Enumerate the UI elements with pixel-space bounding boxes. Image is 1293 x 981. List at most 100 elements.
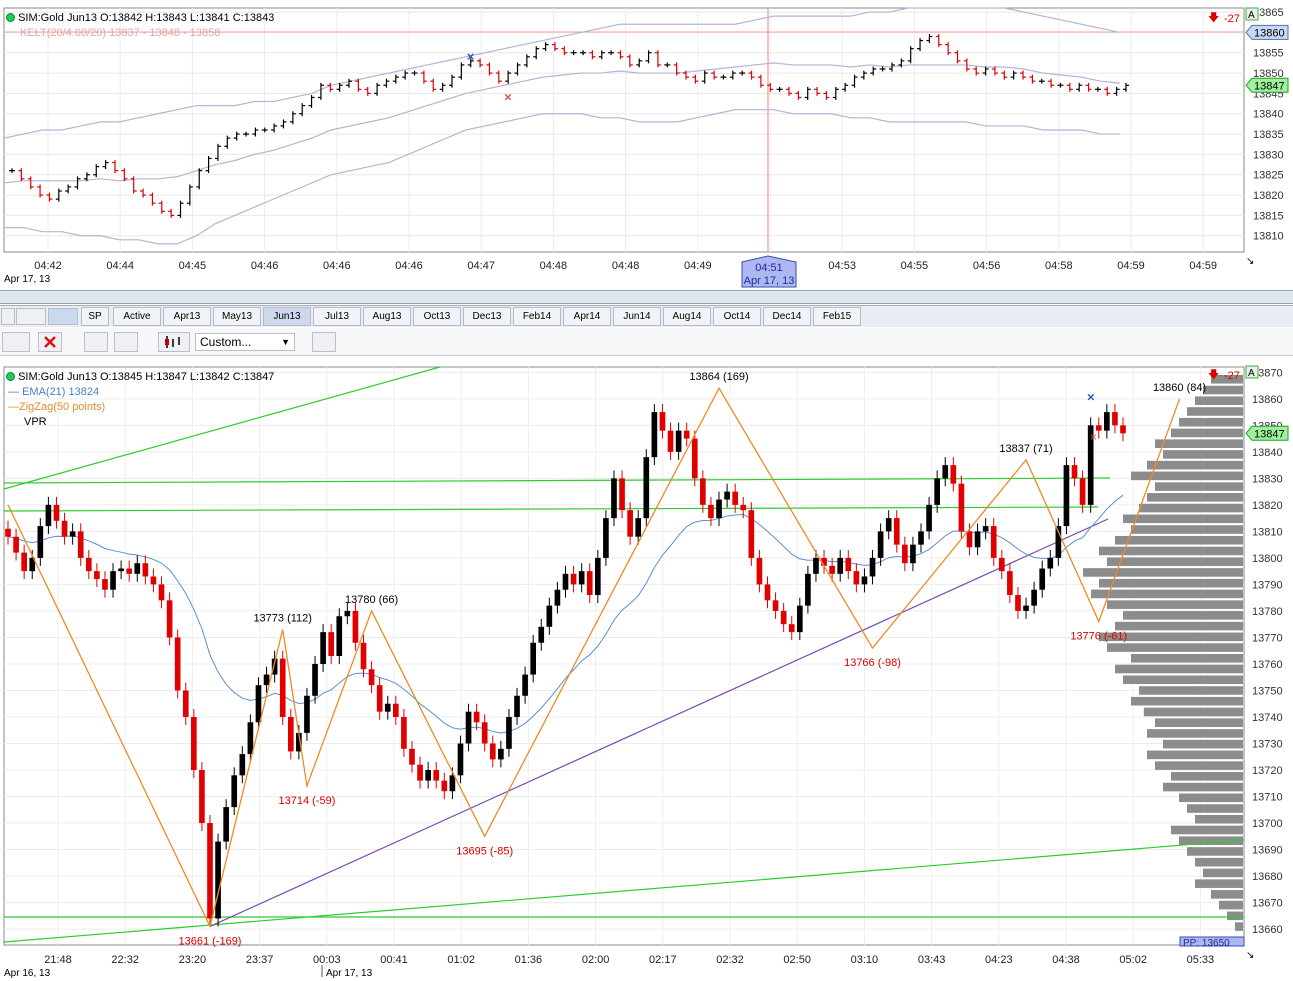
candle-body	[570, 573, 577, 585]
candle	[279, 650, 286, 725]
zoom-in-icon[interactable]	[84, 332, 108, 352]
zigzag-swing-label: 13837 (71)	[999, 443, 1052, 455]
bottom-corner-label: A	[1248, 368, 1255, 379]
candle-body	[384, 703, 391, 712]
candle-body	[360, 642, 367, 670]
tab-aug13[interactable]: Aug13	[363, 307, 411, 326]
candle-body	[1112, 412, 1118, 426]
volume-profile-bar	[1147, 493, 1243, 502]
tab-active[interactable]: Active	[113, 307, 161, 326]
candle-body	[619, 478, 625, 511]
tab-may13[interactable]: May13	[213, 307, 261, 326]
candle-body	[877, 531, 884, 558]
top-x-tick-label: 04:44	[106, 260, 134, 272]
candle-body	[498, 748, 504, 760]
candle-body	[934, 478, 940, 505]
bottom-price-tag-last: 13847	[1254, 428, 1285, 440]
tab-jul13[interactable]: Jul13	[313, 307, 361, 326]
delete-drawing-icon[interactable]	[38, 332, 62, 352]
tab-dec14[interactable]: Dec14	[763, 307, 811, 326]
volume-profile-bar	[1139, 686, 1243, 695]
tab-jun13[interactable]: Jun13	[263, 307, 311, 326]
tab-oct13[interactable]: Oct13	[413, 307, 461, 326]
print-icon[interactable]	[1, 308, 15, 325]
zigzag-swing-label: 13780 (66)	[345, 594, 398, 606]
pane-separator[interactable]	[0, 290, 1293, 304]
candle-body	[659, 412, 666, 431]
ema-legend-label: EMA(21)	[22, 386, 66, 398]
candle-body	[85, 557, 92, 572]
candle-body	[942, 465, 949, 479]
zigzag-swing-label: 13766 (-98)	[844, 657, 901, 669]
top-y-tick-label: 13820	[1253, 190, 1284, 202]
resize-corner-icon: ↘	[1246, 950, 1254, 961]
tab-feb14[interactable]: Feb14	[513, 307, 561, 326]
bar-type-icon[interactable]	[158, 332, 190, 352]
volume-profile-bar	[1115, 664, 1243, 674]
candle-body	[77, 531, 84, 558]
candle-body	[667, 430, 674, 452]
candle-body	[853, 571, 860, 585]
candle-body	[740, 504, 747, 511]
volume-profile-bar	[1179, 417, 1243, 427]
tab-jun14[interactable]: Jun14	[613, 307, 661, 326]
tab-apr13[interactable]: Apr13	[163, 307, 211, 326]
candle-body	[53, 504, 60, 521]
bottom-x-tick-label: 21:48	[44, 954, 72, 966]
bottom-plot-area	[3, 366, 1245, 946]
tab-dec13[interactable]: Dec13	[463, 307, 511, 326]
top-corner-label: A	[1248, 10, 1255, 21]
trade-marker-icon: ×	[1090, 430, 1097, 444]
bottom-x-tick-label: 01:36	[515, 954, 543, 966]
top-date-label: Apr 17, 13	[4, 274, 51, 285]
volume-profile-bar	[1163, 782, 1243, 792]
candle-body	[21, 552, 27, 572]
tab-feb15[interactable]: Feb15	[813, 307, 861, 326]
candle-body	[982, 526, 989, 532]
candle-body	[457, 743, 464, 776]
candle-body	[829, 565, 835, 574]
top-price-tag-last: 13847	[1254, 80, 1285, 92]
candle-body	[45, 504, 52, 527]
tab-aug14[interactable]: Aug14	[663, 307, 711, 326]
bar-style-select[interactable]: Custom... ▼	[195, 333, 295, 351]
bottom-y-tick-label: 13840	[1252, 447, 1283, 459]
candle-body	[401, 716, 407, 749]
kelt-label: KELT(20/4.00/20) 13837 - 13848 - 13858	[20, 27, 221, 39]
pointer-tool-icon[interactable]	[2, 332, 30, 352]
candle-body	[708, 504, 714, 519]
volume-profile-bar	[1203, 385, 1243, 395]
candle-body	[433, 770, 440, 781]
candle-body	[1104, 412, 1110, 431]
candle-body	[102, 579, 108, 590]
bottom-chart-pane[interactable]: 13660 13670 13680 13690 13700 13710 13720 13730…	[0, 357, 1293, 981]
top-x-tick-label: 04:53	[828, 260, 856, 272]
candle-body	[1007, 571, 1013, 596]
zigzag-legend: —ZigZag(50 points)	[8, 401, 105, 413]
zoom-out-icon[interactable]	[114, 332, 138, 352]
candle-body	[239, 754, 246, 776]
candle-body	[611, 478, 617, 519]
data-box-icon[interactable]	[312, 332, 336, 352]
chart-properties-icon[interactable]	[48, 308, 78, 325]
tab-apr14[interactable]: Apr14	[563, 307, 611, 326]
volume-profile-bar	[1115, 535, 1243, 545]
tab-oct14[interactable]: Oct14	[713, 307, 761, 326]
top-instrument-info: SIM:Gold Jun13 O:13842 H:13843 L:13841 C…	[6, 12, 274, 24]
zigzag-swing-label: 13661 (-169)	[178, 935, 241, 947]
zigzag-swing-label: 13773 (112)	[253, 612, 312, 624]
candle	[1063, 457, 1070, 535]
bottom-y-tick-label: 13720	[1252, 765, 1283, 777]
tab-sp[interactable]: SP	[81, 307, 109, 326]
ema-legend-line: —	[8, 386, 19, 398]
zigzag-swing-label: 13776 (-61)	[1070, 631, 1127, 643]
top-x-tick-label: 04:45	[179, 260, 207, 272]
candle-body	[489, 743, 496, 760]
candle-body	[320, 632, 326, 664]
printer-dropdown-icon[interactable]	[16, 308, 46, 325]
candle-body	[69, 531, 76, 537]
candle-body	[94, 571, 100, 580]
candle	[191, 709, 197, 778]
bottom-y-tick-label: 13660	[1252, 924, 1283, 936]
top-chart-pane[interactable]: 1381013815138201382513830138351384013845…	[0, 0, 1293, 290]
